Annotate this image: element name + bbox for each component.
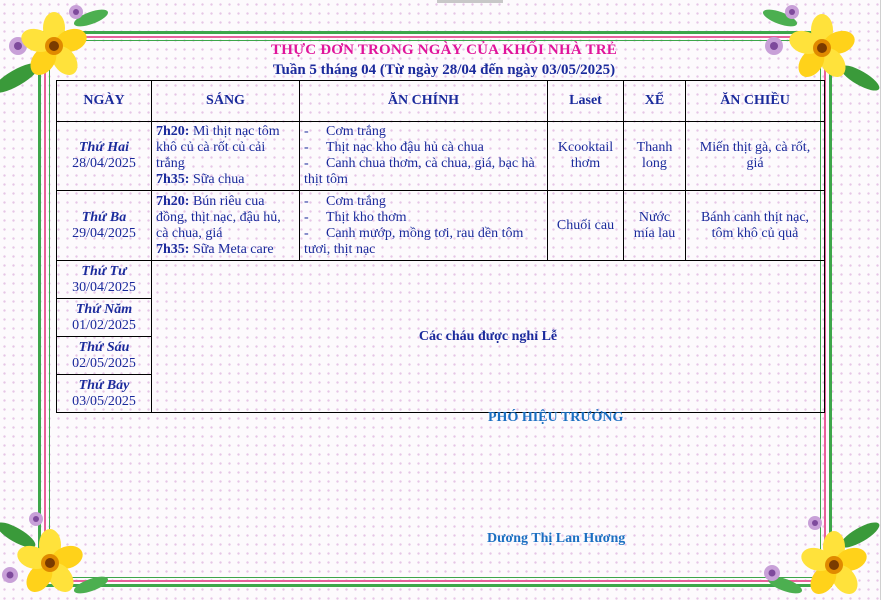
- column-header-snack: XẾ: [623, 80, 686, 122]
- snack-cell: Thanh long: [623, 121, 686, 191]
- day-date: 28/04/2025: [72, 156, 136, 171]
- table-row: Thứ Ba 29/04/2025 7h20: Bún riêu cua đồn…: [56, 190, 825, 261]
- top-scroll-marker: [437, 0, 503, 3]
- day-name: Thứ Hai: [78, 140, 129, 155]
- morning-cell: 7h20: Bún riêu cua đồng, thịt nạc, đậu h…: [151, 190, 300, 261]
- flower-icon: [0, 512, 109, 594]
- laset-cell: Kcooktail thơm: [547, 121, 624, 191]
- meal-text: Sữa chua: [189, 172, 245, 187]
- afternoon-cell: Miến thịt gà, cà rốt, giá: [685, 121, 825, 191]
- column-header-laset: Laset: [547, 80, 624, 122]
- table-header-row: NGÀY SÁNG ĂN CHÍNH Laset XẾ ĂN CHIỀU: [56, 80, 825, 122]
- laset-cell: Chuối cau: [547, 190, 624, 261]
- signature-title: PHÓ HIỆU TRƯỞNG: [488, 410, 624, 425]
- day-date: 02/05/2025: [72, 355, 136, 371]
- snack-cell: Nước mía lau: [623, 190, 686, 261]
- menu-table: NGÀY SÁNG ĂN CHÍNH Laset XẾ ĂN CHIỀU Thứ…: [56, 80, 825, 413]
- day-name: Thứ Ba: [81, 209, 127, 225]
- afternoon-cell: Bánh canh thịt nạc, tôm khô củ quả: [685, 190, 825, 261]
- day-cell: Thứ Bảy 03/05/2025: [56, 374, 152, 413]
- page-subtitle: Tuần 5 tháng 04 (Từ ngày 28/04 đến ngày …: [272, 62, 616, 78]
- day-cell: Thứ Tư 30/04/2025: [56, 260, 152, 299]
- meal-time: 7h35:: [156, 241, 190, 257]
- day-date: 29/04/2025: [72, 225, 136, 241]
- day-name: Thứ Năm: [75, 301, 133, 317]
- main-dish: Thịt kho thơm: [326, 209, 407, 225]
- main-dish: Cơm trắng: [326, 193, 386, 209]
- morning-cell: 7h20: Mì thịt nạc tôm khô củ cà rốt củ c…: [151, 121, 300, 191]
- column-header-day: NGÀY: [56, 80, 152, 122]
- main-meal-cell: - Cơm trắng - Thịt nạc kho đậu hủ cà chua …: [299, 121, 548, 191]
- main-dish: Canh chua thơm, cà chua, giá, bạc hà thị…: [304, 156, 535, 187]
- day-cell: Thứ Ba 29/04/2025: [56, 190, 152, 261]
- day-date: 30/04/2025: [72, 279, 136, 295]
- page-title: THỰC ĐƠN TRONG NGÀY CỦA KHỐI NHÀ TRẺ: [271, 42, 617, 58]
- main-dish: Canh mướp, mồng tơi, rau dền tôm tươi, t…: [304, 225, 524, 257]
- meal-time: 7h20:: [156, 124, 190, 139]
- meal-text: Sữa Meta care: [189, 241, 274, 257]
- main-dish: Thịt nạc kho đậu hủ cà chua: [326, 140, 484, 155]
- day-name: Thứ Bảy: [78, 377, 130, 393]
- flower-icon: [0, 512, 109, 594]
- column-header-main: ĂN CHÍNH: [299, 80, 548, 122]
- table-row: Thứ Hai 28/04/2025 7h20: Mì thịt nạc tôm…: [56, 121, 825, 191]
- day-name: Thứ Tư: [81, 263, 127, 279]
- holiday-notice: Các cháu được nghỉ Lễ: [151, 260, 825, 413]
- signature-name: Dương Thị Lan Hương: [487, 531, 626, 546]
- day-date: 03/05/2025: [72, 393, 136, 409]
- flower-icon: [764, 516, 880, 595]
- flower-icon: [764, 516, 880, 595]
- day-cell: Thứ Hai 28/04/2025: [56, 121, 152, 191]
- table-row: Thứ Tư 30/04/2025 Các cháu được nghỉ Lễ: [56, 260, 825, 413]
- main-meal-cell: - Cơm trắng - Thịt kho thơm - Canh mướp, mồ…: [299, 190, 548, 261]
- meal-time: 7h35:: [156, 172, 190, 187]
- meal-time: 7h20:: [156, 193, 190, 209]
- day-cell: Thứ Năm 01/02/2025: [56, 298, 152, 337]
- day-date: 01/02/2025: [72, 317, 136, 333]
- column-header-morning: SÁNG: [151, 80, 300, 122]
- day-name: Thứ Sáu: [78, 339, 130, 355]
- main-dish: Cơm trắng: [326, 124, 386, 139]
- column-header-afternoon: ĂN CHIỀU: [685, 80, 825, 122]
- day-cell: Thứ Sáu 02/05/2025: [56, 336, 152, 375]
